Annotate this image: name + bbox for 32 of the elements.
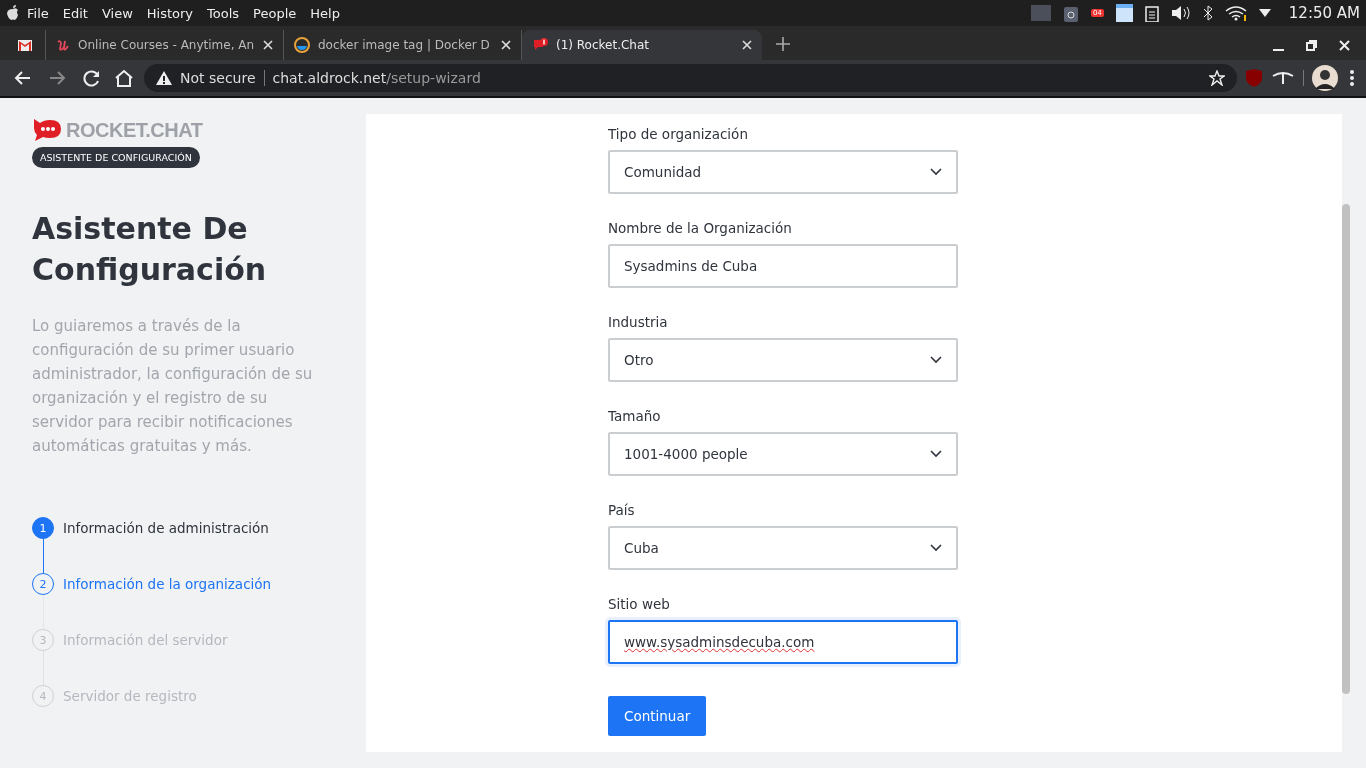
step-number: 1 <box>32 517 54 539</box>
menu-item[interactable]: Edit <box>55 5 95 21</box>
wizard-badge: ASISTENTE DE CONFIGURACIÓN <box>32 147 200 168</box>
logo-text: ROCKET.CHAT <box>66 118 203 142</box>
clock: 12:50 AM <box>1288 4 1360 22</box>
input-field[interactable]: www.sysadminsdecuba.com <box>608 620 958 664</box>
step-label: Información de la organización <box>63 576 272 592</box>
select-field[interactable]: 1001-4000 people <box>608 432 958 476</box>
field-label: Industria <box>608 314 669 330</box>
step-label: Información de administración <box>63 520 269 536</box>
step-label: Servidor de registro <box>63 688 197 704</box>
browser-tab[interactable]: (1) Rocket.Chat <box>522 30 762 60</box>
description: Lo guiaremos a través de la configuración de su primer usuario administrador, la configuración de su organización y el registro de su servidor para recibir notificaciones automáticas gratuitas y más. <box>32 316 314 457</box>
menu-item[interactable]: Help <box>303 5 347 21</box>
field-label: Nombre de la Organización <box>608 220 793 236</box>
field-label: País <box>608 502 636 518</box>
input-field[interactable]: Sysadmins de Cuba <box>608 244 958 288</box>
menu-item[interactable]: People <box>246 5 304 21</box>
field-label: Tamaño <box>608 408 662 424</box>
select-field[interactable]: Comunidad <box>608 150 958 194</box>
menu-item[interactable]: View <box>94 5 140 21</box>
address-field[interactable]: Not secure chat.aldrock.net/setup-wizard <box>144 64 1237 92</box>
field-label: Tipo de organización <box>608 126 749 142</box>
menu-item[interactable]: History <box>139 5 201 21</box>
page-title: Asistente De Configuración <box>32 210 268 289</box>
field-label: Sitio web <box>608 596 671 612</box>
step-label: Información del servidor <box>63 632 228 648</box>
menu-item[interactable]: File <box>20 5 56 21</box>
select-field[interactable]: Otro <box>608 338 958 382</box>
select-field[interactable]: Cuba <box>608 526 958 570</box>
continue-button[interactable]: Continuar <box>608 696 707 736</box>
menu-item[interactable]: Tools <box>200 5 247 21</box>
